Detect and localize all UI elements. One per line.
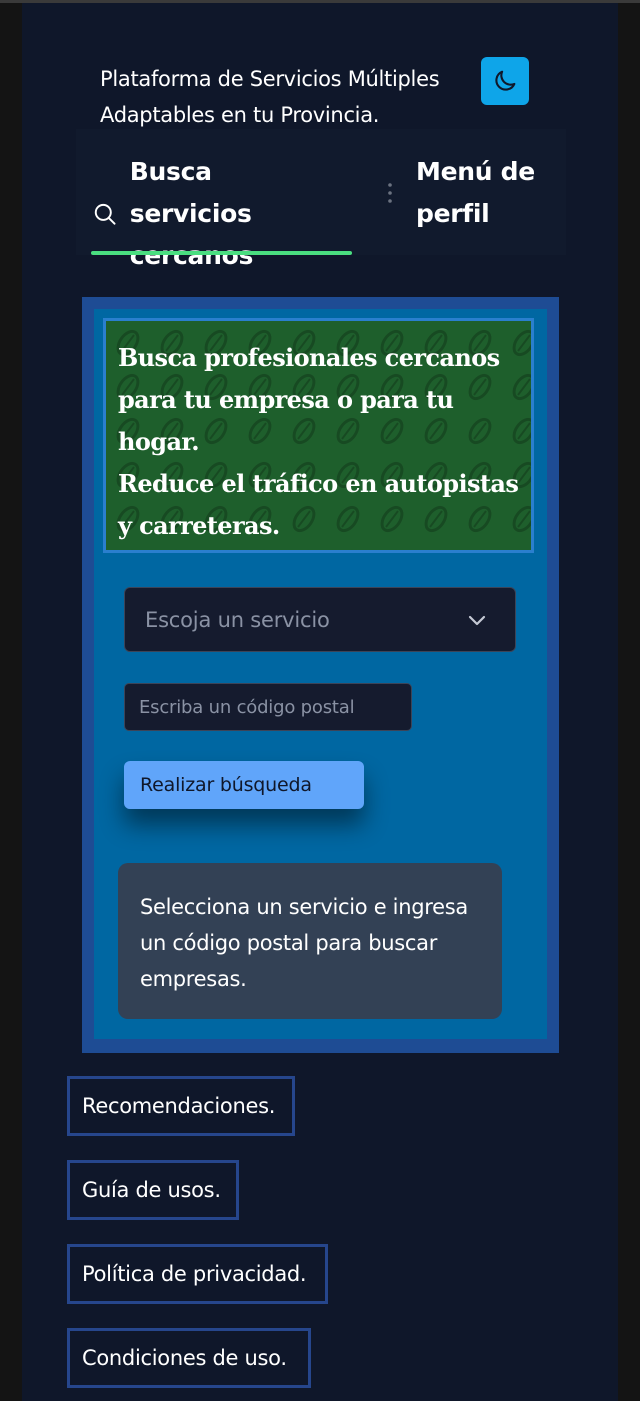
moon-icon: [495, 70, 516, 91]
main-nav: Busca servicios cercanos Menú de perfil: [76, 129, 566, 270]
tab-profile-label: Menú de perfil: [416, 157, 535, 228]
promo-banner: Busca profesionales cercanos para tu emp…: [103, 318, 534, 553]
search-icon: [94, 203, 116, 225]
footer-link-privacy-policy[interactable]: Política de privacidad.: [67, 1244, 328, 1304]
chevron-down-icon: [468, 615, 486, 626]
banner-text: Busca profesionales cercanos para tu emp…: [118, 337, 523, 547]
info-message: Selecciona un servicio e ingresa un códi…: [118, 863, 502, 1019]
service-select-placeholder: Escoja un servicio: [145, 607, 330, 632]
postal-code-input[interactable]: [124, 683, 412, 731]
site-title: Plataforma de Servicios Múltiples Adapta…: [100, 67, 440, 127]
footer-link-usage-guide[interactable]: Guía de usos.: [67, 1160, 239, 1220]
tab-profile-menu[interactable]: Menú de perfil: [386, 151, 556, 235]
active-tab-indicator: [91, 251, 352, 255]
kebab-menu-icon: [388, 183, 392, 203]
banner-line-2: Reduce el tráfico en autopistas y carret…: [118, 469, 519, 540]
search-card: Busca profesionales cercanos para tu emp…: [82, 297, 559, 1053]
footer-link-recommendations[interactable]: Recomendaciones.: [67, 1076, 295, 1136]
banner-line-1: Busca profesionales cercanos para tu emp…: [118, 343, 500, 456]
search-card-body: Busca profesionales cercanos para tu emp…: [94, 309, 547, 1039]
service-select[interactable]: Escoja un servicio: [124, 587, 516, 652]
app-container: Plataforma de Servicios Múltiples Adapta…: [22, 3, 618, 1401]
tab-search-label: Busca servicios cercanos: [129, 157, 254, 270]
footer-link-terms[interactable]: Condiciones de uso.: [67, 1328, 311, 1388]
theme-toggle-button[interactable]: [481, 57, 529, 105]
tab-search-services[interactable]: Busca servicios cercanos: [92, 151, 338, 277]
search-submit-button[interactable]: Realizar búsqueda: [124, 761, 364, 809]
